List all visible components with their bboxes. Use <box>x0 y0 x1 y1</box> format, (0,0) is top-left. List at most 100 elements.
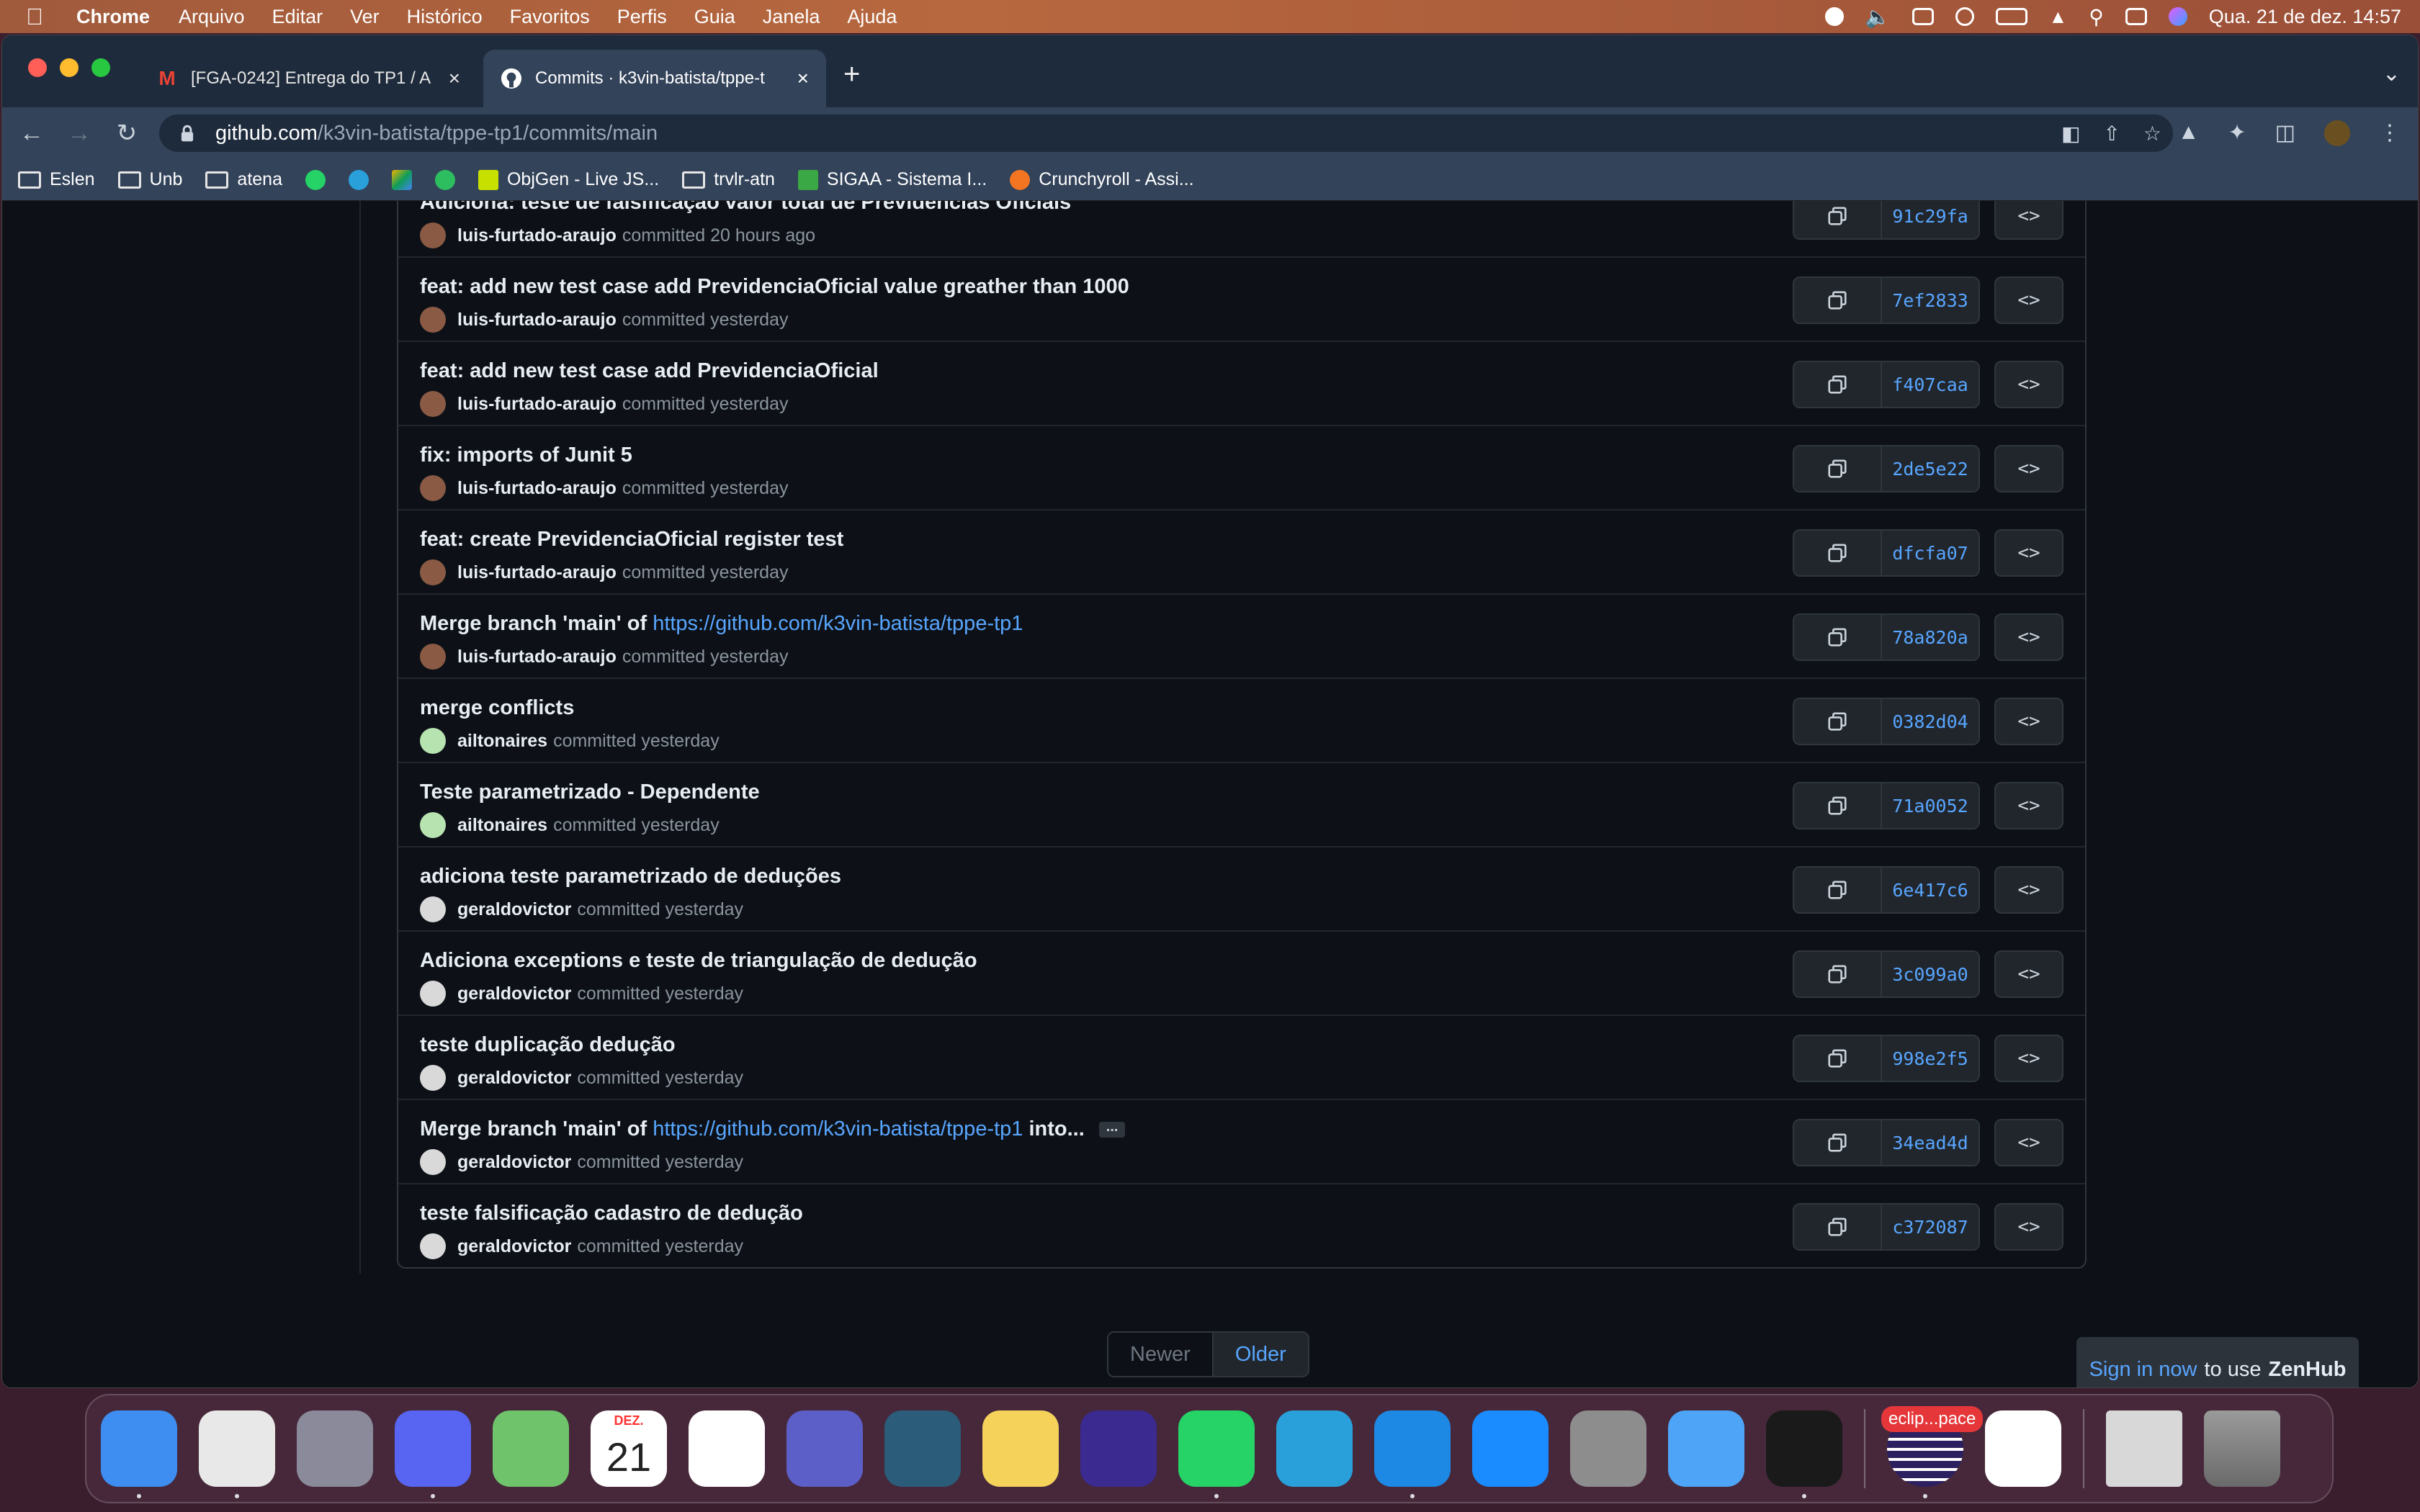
commit-message-text[interactable]: Merge branch 'main' of <box>420 612 653 635</box>
copy-sha-button[interactable] <box>1794 1036 1882 1081</box>
commit-author[interactable]: geraldovictor <box>457 1068 571 1089</box>
commit-author[interactable]: geraldovictor <box>457 984 571 1004</box>
bookmark-sigaa[interactable]: SIGAA - Sistema I... <box>797 169 987 190</box>
close-window-button[interactable] <box>28 58 47 77</box>
bookmark-folder-unb[interactable]: Unb <box>117 169 182 190</box>
wifi-icon[interactable]: ▲ <box>2049 6 2068 28</box>
dock-mysql-workbench-icon[interactable] <box>884 1410 961 1487</box>
close-tab-icon[interactable]: × <box>797 67 809 90</box>
dock-app-store-icon[interactable] <box>1472 1410 1549 1487</box>
menu-editar[interactable]: Editar <box>272 6 323 28</box>
commit-message-text[interactable]: merge conflicts <box>420 696 574 719</box>
commit-message-suffix[interactable]: into... <box>1023 1117 1084 1140</box>
dock-launchpad-icon[interactable] <box>297 1410 373 1487</box>
author-avatar[interactable] <box>420 1149 446 1175</box>
browse-repo-button[interactable]: <> <box>1994 950 2063 998</box>
copy-sha-button[interactable] <box>1794 699 1882 744</box>
author-avatar[interactable] <box>420 644 446 670</box>
copy-sha-button[interactable] <box>1794 362 1882 407</box>
browse-repo-button[interactable]: <> <box>1994 529 2063 577</box>
record-icon[interactable] <box>1824 7 1844 26</box>
dock-reminders-icon[interactable] <box>689 1410 765 1487</box>
control-center-icon[interactable] <box>2125 8 2147 25</box>
commit-sha-link[interactable]: 7ef2833 <box>1882 278 1978 323</box>
profile-avatar[interactable] <box>2324 120 2350 146</box>
bookmark-folder-atena[interactable]: atena <box>205 169 282 190</box>
extensions-puzzle-icon[interactable]: ✦ <box>2228 120 2246 146</box>
commit-sha-link[interactable]: 0382d04 <box>1882 699 1978 744</box>
menubar-clock[interactable]: Qua. 21 de dez. 14:57 <box>2209 6 2401 28</box>
copy-sha-button[interactable] <box>1794 952 1882 996</box>
menu-arquivo[interactable]: Arquivo <box>179 6 245 28</box>
author-avatar[interactable] <box>420 812 446 838</box>
copy-sha-button[interactable] <box>1794 868 1882 912</box>
menu-historico[interactable]: Histórico <box>407 6 483 28</box>
minimize-window-button[interactable] <box>60 58 79 77</box>
bookmark-telegram[interactable] <box>348 169 369 190</box>
commit-author[interactable]: luis-furtado-araujo <box>457 562 617 583</box>
forward-button[interactable]: → <box>61 120 97 148</box>
commit-author[interactable]: luis-furtado-araujo <box>457 310 617 330</box>
dock-trash-icon[interactable] <box>2204 1410 2280 1487</box>
new-tab-button[interactable]: + <box>843 58 860 91</box>
commit-message-text[interactable]: feat: add new test case add PrevidenciaO… <box>420 275 1129 298</box>
commit-message-link[interactable]: https://github.com/k3vin-batista/tppe-tp… <box>653 1117 1023 1140</box>
commit-author[interactable]: geraldovictor <box>457 899 571 920</box>
bookmark-objgen[interactable]: ObjGen - Live JS... <box>478 169 659 190</box>
dock-eclipse-ide-round-icon[interactable] <box>1080 1410 1157 1487</box>
bookmark-folder-eslen[interactable]: Eslen <box>18 169 95 190</box>
dock-notes-icon[interactable] <box>982 1410 1059 1487</box>
zenhub-signin-link[interactable]: Sign in now <box>2089 1358 2197 1382</box>
menu-ver[interactable]: Ver <box>350 6 380 28</box>
dock-whatsapp-icon[interactable] <box>1178 1410 1255 1498</box>
copy-sha-button[interactable] <box>1794 531 1882 575</box>
dock-calendar-icon[interactable]: DEZ. 21 <box>591 1410 667 1487</box>
apple-menu-icon[interactable]:  <box>26 4 48 30</box>
tab-search-chevron-icon[interactable]: ⌄ <box>2383 61 2401 86</box>
bookmark-star-icon[interactable]: ☆ <box>2143 122 2161 145</box>
menu-perfis[interactable]: Perfis <box>617 6 667 28</box>
commit-sha-link[interactable]: 3c099a0 <box>1882 952 1978 996</box>
author-avatar[interactable] <box>420 307 446 333</box>
commit-message-text[interactable]: Adiciona exceptions e teste de triangula… <box>420 949 977 972</box>
battery-icon[interactable] <box>1995 8 2027 25</box>
dock-mail-icon[interactable] <box>1668 1410 1744 1487</box>
browse-repo-button[interactable]: <> <box>1994 445 2063 492</box>
commit-sha-link[interactable]: 6e417c6 <box>1882 868 1978 912</box>
play-icon[interactable] <box>1955 7 1974 26</box>
browse-repo-button[interactable]: <> <box>1994 201 2063 240</box>
commit-author[interactable]: luis-furtado-araujo <box>457 225 617 246</box>
commit-message-text[interactable]: Teste parametrizado - Dependente <box>420 780 760 804</box>
copy-sha-button[interactable] <box>1794 201 1882 238</box>
author-avatar[interactable] <box>420 559 446 585</box>
menu-guia[interactable]: Guia <box>694 6 735 28</box>
browse-repo-button[interactable]: <> <box>1994 276 2063 324</box>
commit-author[interactable]: geraldovictor <box>457 1152 571 1173</box>
side-panel-icon[interactable]: ◫ <box>2275 120 2295 146</box>
maximize-window-button[interactable] <box>91 58 110 77</box>
author-avatar[interactable] <box>420 896 446 922</box>
search-icon[interactable]: ⚲ <box>2089 5 2104 29</box>
bookmark-drive[interactable] <box>391 169 412 190</box>
commit-message-text[interactable]: fix: imports of Junit 5 <box>420 444 632 467</box>
commit-sha-link[interactable]: 78a820a <box>1882 615 1978 660</box>
bookmark-evernote[interactable] <box>434 169 455 190</box>
commit-message-text[interactable]: adiciona teste parametrizado de deduções <box>420 865 841 888</box>
dock-discord-icon[interactable] <box>395 1410 471 1498</box>
author-avatar[interactable] <box>420 981 446 1007</box>
newer-button[interactable]: Newer <box>1108 1333 1214 1376</box>
author-avatar[interactable] <box>420 1233 446 1259</box>
author-avatar[interactable] <box>420 391 446 417</box>
display-icon[interactable] <box>1912 8 1934 25</box>
copy-sha-button[interactable] <box>1794 1205 1882 1249</box>
copy-sha-button[interactable] <box>1794 783 1882 828</box>
author-avatar[interactable] <box>420 728 446 754</box>
dock-terminal-icon[interactable] <box>1766 1410 1842 1498</box>
commit-message-link[interactable]: https://github.com/k3vin-batista/tppe-tp… <box>653 612 1023 635</box>
translate-icon[interactable]: ◧ <box>2061 122 2080 145</box>
browse-repo-button[interactable]: <> <box>1994 866 2063 914</box>
commit-author[interactable]: geraldovictor <box>457 1236 571 1257</box>
dock-vscode-icon[interactable] <box>1374 1410 1451 1498</box>
commit-sha-link[interactable]: 71a0052 <box>1882 783 1978 828</box>
dock-system-settings-icon[interactable] <box>1570 1410 1646 1487</box>
